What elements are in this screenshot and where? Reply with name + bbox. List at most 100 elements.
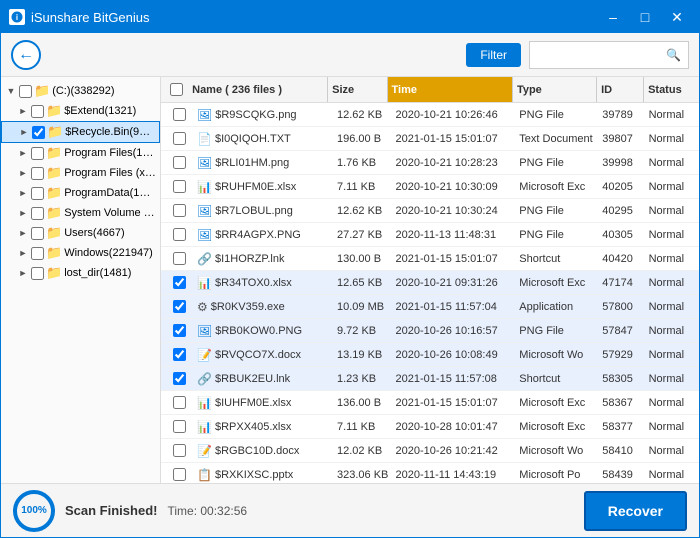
file-name: $R7LOBUL.png	[215, 205, 293, 217]
col-header-name[interactable]: Name ( 236 files )	[188, 77, 328, 102]
filter-button[interactable]: Filter	[466, 43, 521, 67]
item-checkbox[interactable]	[31, 147, 44, 160]
item-checkbox[interactable]	[31, 207, 44, 220]
cell-size: 12.02 KB	[333, 445, 392, 457]
item-checkbox[interactable]	[32, 126, 45, 139]
row-checkbox[interactable]	[173, 396, 186, 409]
item-checkbox[interactable]	[31, 227, 44, 240]
tree-toggle[interactable]: ►	[17, 147, 29, 159]
search-icon[interactable]: 🔍	[660, 48, 687, 62]
cell-name: 📊 $RUHFM0E.xlsx	[193, 180, 333, 194]
sidebar-item-users[interactable]: ► 📁 Users(4667)	[1, 223, 160, 243]
folder-icon: 📁	[46, 245, 62, 261]
tree-toggle[interactable]: ►	[17, 267, 29, 279]
cell-id: 39789	[598, 109, 644, 121]
row-checkbox-8	[165, 300, 193, 313]
row-checkbox[interactable]	[173, 468, 186, 481]
cell-time: 2021-01-15 15:01:07	[392, 397, 516, 409]
row-checkbox[interactable]	[173, 372, 186, 385]
row-checkbox[interactable]	[173, 300, 186, 313]
cell-status: Normal	[645, 277, 695, 289]
close-button[interactable]: ✕	[663, 5, 691, 29]
file-name: $RUHFM0E.xlsx	[215, 181, 296, 193]
sidebar-item-program-files-x86[interactable]: ► 📁 Program Files (x86)(7470)	[1, 163, 160, 183]
row-checkbox[interactable]	[173, 276, 186, 289]
row-checkbox[interactable]	[173, 108, 186, 121]
cell-id: 40295	[598, 205, 644, 217]
row-checkbox[interactable]	[173, 348, 186, 361]
cell-size: 1.76 KB	[333, 157, 392, 169]
tree-toggle[interactable]: ►	[17, 105, 29, 117]
tree-toggle[interactable]: ►	[17, 247, 29, 259]
file-name: $R9SCQKG.png	[215, 109, 296, 121]
sidebar-item-program-files[interactable]: ► 📁 Program Files(12576)	[1, 143, 160, 163]
app-icon: i	[9, 9, 25, 25]
row-checkbox[interactable]	[173, 132, 186, 145]
tree-toggle[interactable]: ►	[17, 207, 29, 219]
cell-id: 57800	[598, 301, 644, 313]
maximize-button[interactable]: □	[631, 5, 659, 29]
cell-time: 2021-01-15 11:57:04	[392, 301, 516, 313]
tree-toggle[interactable]: ►	[17, 167, 29, 179]
search-input[interactable]	[530, 48, 660, 62]
tree-toggle[interactable]: ▼	[5, 85, 17, 97]
cell-type: Text Document	[515, 133, 598, 145]
table-row: 📊 $RUHFM0E.xlsx 7.11 KB 2020-10-21 10:30…	[161, 175, 699, 199]
cell-time: 2020-10-21 10:30:09	[392, 181, 516, 193]
item-checkbox[interactable]	[31, 167, 44, 180]
row-checkbox[interactable]	[173, 180, 186, 193]
cell-name: 🖼 $RB0KOW0.PNG	[193, 324, 333, 338]
row-checkbox[interactable]	[173, 252, 186, 265]
cell-name: 🔗 $RBUK2EU.lnk	[193, 372, 333, 386]
row-checkbox-3	[165, 180, 193, 193]
file-type-icon: 📊	[197, 420, 212, 434]
cell-name: 📋 $RXKIXSC.pptx	[193, 468, 333, 482]
file-list: 🖼 $R9SCQKG.png 12.62 KB 2020-10-21 10:26…	[161, 103, 699, 483]
col-header-time[interactable]: Time	[388, 77, 513, 102]
col-header-type[interactable]: Type	[513, 77, 597, 102]
row-checkbox-9	[165, 324, 193, 337]
sidebar-item-recycle[interactable]: ► 📁 $Recycle.Bin(978)	[1, 121, 160, 143]
row-checkbox[interactable]	[173, 444, 186, 457]
tree-toggle[interactable]: ►	[18, 126, 30, 138]
tree-toggle[interactable]: ►	[17, 187, 29, 199]
table-row: 📊 $IUHFM0E.xlsx 136.00 B 2021-01-15 15:0…	[161, 391, 699, 415]
root-checkbox[interactable]	[19, 85, 32, 98]
item-checkbox[interactable]	[31, 247, 44, 260]
col-header-id[interactable]: ID	[597, 77, 644, 102]
sidebar-item-extend[interactable]: ► 📁 $Extend(1321)	[1, 101, 160, 121]
cell-size: 9.72 KB	[333, 325, 392, 337]
file-type-icon: 🖼	[197, 156, 212, 170]
sidebar-item-system-volume[interactable]: ► 📁 System Volume Information(6)	[1, 203, 160, 223]
file-type-icon: 📊	[197, 276, 212, 290]
cell-time: 2020-10-21 09:31:26	[392, 277, 516, 289]
back-button[interactable]: ←	[11, 40, 41, 70]
item-checkbox[interactable]	[31, 187, 44, 200]
root-label: (C:)(338292)	[52, 85, 114, 97]
sidebar-item-windows[interactable]: ► 📁 Windows(221947)	[1, 243, 160, 263]
sidebar-root-item[interactable]: ▼ 📁 (C:)(338292)	[1, 81, 160, 101]
cell-size: 196.00 B	[333, 133, 392, 145]
col-header-status[interactable]: Status	[644, 77, 695, 102]
sidebar-item-lost-dir[interactable]: ► 📁 lost_dir(1481)	[1, 263, 160, 283]
cell-name: 🖼 $R9SCQKG.png	[193, 108, 333, 122]
row-checkbox[interactable]	[173, 324, 186, 337]
cell-status: Normal	[645, 325, 695, 337]
item-checkbox[interactable]	[31, 267, 44, 280]
tree-toggle[interactable]: ►	[17, 227, 29, 239]
row-checkbox[interactable]	[173, 204, 186, 217]
row-checkbox-0	[165, 108, 193, 121]
file-name: $I0QIQOH.TXT	[215, 133, 291, 145]
row-checkbox[interactable]	[173, 228, 186, 241]
recover-button[interactable]: Recover	[584, 491, 687, 531]
row-checkbox[interactable]	[173, 156, 186, 169]
minimize-button[interactable]: –	[599, 5, 627, 29]
cell-type: PNG File	[515, 325, 598, 337]
sidebar-item-programdata[interactable]: ► 📁 ProgramData(1955)	[1, 183, 160, 203]
col-header-size[interactable]: Size	[328, 77, 387, 102]
row-checkbox[interactable]	[173, 420, 186, 433]
row-checkbox-4	[165, 204, 193, 217]
select-all-checkbox[interactable]	[170, 83, 183, 96]
table-row: 🔗 $RBUK2EU.lnk 1.23 KB 2021-01-15 11:57:…	[161, 367, 699, 391]
item-checkbox[interactable]	[31, 105, 44, 118]
